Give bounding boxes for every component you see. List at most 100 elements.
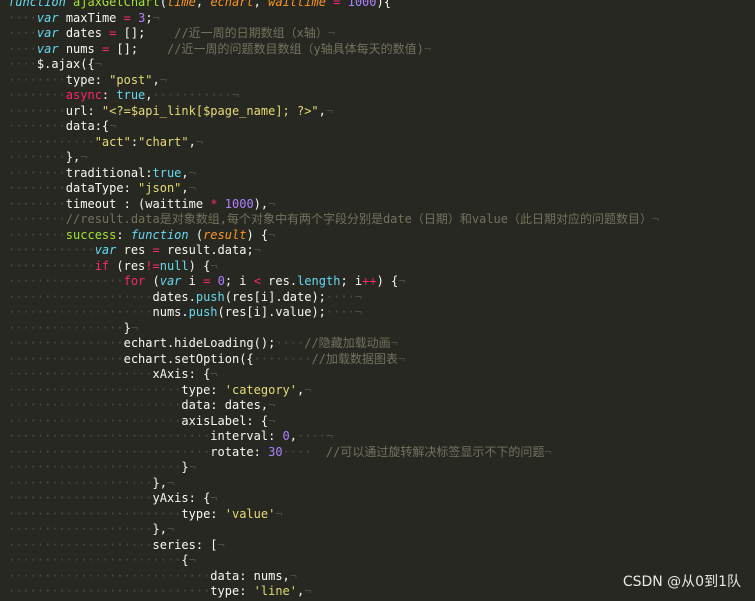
- code-token: data:{: [65, 119, 110, 133]
- code-token: //result.data是对象数组,每个对象中有两个字段分别是date（日期）…: [65, 212, 652, 226]
- code-line: ····················xAxis: {¬: [8, 367, 659, 383]
- whitespace-marker: ········: [8, 165, 66, 180]
- code-token: true: [116, 88, 146, 102]
- code-token: type:: [210, 584, 254, 598]
- whitespace-marker: ¬: [268, 398, 276, 412]
- code-token: ,: [181, 181, 189, 195]
- code-token: axisLabel: {: [181, 413, 269, 428]
- whitespace-marker: ····························: [8, 584, 211, 598]
- code-token: "act": [94, 134, 131, 149]
- whitespace-marker: ¬: [268, 413, 276, 428]
- code-token: var: [36, 10, 59, 25]
- code-token: dates.: [152, 289, 196, 304]
- code-token: function: [8, 0, 66, 9]
- whitespace-marker: ········: [8, 227, 66, 242]
- code-line: ········//result.data是对象数组,每个对象中有两个字段分别是…: [8, 212, 659, 228]
- code-token: :: [101, 88, 117, 102]
- code-token: //近一周的问题数目数组（y轴具体每天的数值): [152, 41, 424, 56]
- whitespace-marker: ····¬: [325, 289, 363, 304]
- code-token: "post": [109, 72, 153, 87]
- whitespace-marker: ····················: [8, 522, 153, 536]
- code-line: ················echart.hideLoading();···…: [8, 336, 659, 352]
- code-token: dataType:: [65, 181, 139, 195]
- code-token: 1000: [347, 0, 377, 9]
- code-line: ····························type: 'line'…: [8, 584, 659, 600]
- whitespace-marker: ¬: [304, 584, 312, 598]
- code-token: for: [123, 274, 146, 288]
- whitespace-marker: ········: [8, 88, 66, 102]
- code-token: i: [181, 274, 204, 288]
- whitespace-marker: ¬: [188, 460, 196, 474]
- code-token: }: [123, 320, 131, 335]
- whitespace-marker: ¬: [397, 351, 406, 366]
- code-token: =: [152, 243, 160, 257]
- code-token: 'line': [253, 584, 298, 598]
- code-area[interactable]: function ajaxGetChart(time, echart, wait…: [8, 0, 659, 600]
- code-line: ················echart.setOption({······…: [8, 352, 659, 368]
- whitespace-marker: ····················: [8, 367, 153, 381]
- code-token: time: [166, 0, 196, 9]
- code-line: ········dataType: "json",¬: [8, 181, 659, 197]
- code-token: 0: [282, 429, 290, 443]
- code-token: xAxis: {: [152, 367, 211, 381]
- whitespace-marker: ¬: [210, 258, 218, 273]
- code-line: ········data:{¬: [8, 119, 659, 135]
- code-line: ····················nums.push(res[i].val…: [8, 305, 659, 321]
- code-token: !=: [145, 258, 160, 273]
- code-token: 'value': [224, 506, 276, 521]
- code-token: push: [188, 305, 218, 319]
- whitespace-marker: ························: [8, 553, 182, 567]
- code-token: ) {: [188, 258, 211, 273]
- code-token: (: [188, 227, 204, 242]
- code-line: ················}¬: [8, 321, 659, 337]
- whitespace-marker: ¬: [325, 103, 334, 118]
- code-token: [];: [116, 26, 160, 40]
- code-line: ························{¬: [8, 553, 659, 569]
- code-token: "chart": [138, 134, 189, 149]
- code-token: push: [195, 289, 225, 304]
- code-token: data: nums,: [210, 568, 290, 583]
- code-line: ········url: "<?=$api_link[$page_name]; …: [8, 104, 659, 120]
- whitespace-marker: ····················: [8, 305, 153, 319]
- code-line: ····················},¬: [8, 522, 659, 538]
- code-token: success: [65, 227, 117, 242]
- whitespace-marker: ························: [8, 460, 182, 474]
- whitespace-marker: ····¬: [297, 429, 334, 443]
- whitespace-marker: ¬: [398, 274, 406, 288]
- whitespace-marker: ········: [8, 212, 66, 226]
- whitespace-marker: ········: [8, 72, 66, 87]
- code-token: }: [181, 460, 189, 474]
- code-token: =: [123, 10, 131, 25]
- code-token: null: [159, 258, 189, 273]
- code-line: ········success: function (result) {¬: [8, 228, 659, 244]
- code-token: var: [94, 243, 117, 257]
- code-line: ····························data: nums,¬: [8, 569, 659, 585]
- whitespace-marker: ····················: [8, 475, 153, 490]
- whitespace-marker: ········: [253, 351, 312, 366]
- code-line: ····················dates.push(res[i].da…: [8, 290, 659, 306]
- code-token: ,: [188, 134, 196, 149]
- code-token: var: [36, 41, 59, 56]
- code-token: //隐藏加载动画: [304, 336, 391, 350]
- whitespace-marker: ····¬: [325, 305, 363, 319]
- code-token: ),: [253, 196, 269, 211]
- code-token: //加载数据图表: [311, 351, 398, 366]
- code-editor[interactable]: function ajaxGetChart(time, echart, wait…: [0, 0, 755, 601]
- code-token: *: [210, 196, 218, 211]
- code-line: ········async: true,···········¬: [8, 88, 659, 104]
- code-line: ····················series: [¬: [8, 538, 659, 554]
- code-token: 'category': [224, 382, 297, 397]
- code-token: },: [152, 475, 167, 490]
- code-token: true: [152, 165, 182, 180]
- code-token: rotate:: [210, 444, 269, 459]
- whitespace-marker: ········: [8, 181, 66, 195]
- whitespace-marker: ····: [8, 57, 37, 71]
- code-token: var: [159, 274, 182, 288]
- code-line: ········},¬: [8, 150, 659, 166]
- whitespace-marker: ¬: [188, 181, 196, 195]
- code-line: ························type: 'category'…: [8, 383, 659, 399]
- code-line: ············"act":"chart",¬: [8, 135, 659, 151]
- whitespace-marker: ····: [8, 41, 37, 56]
- code-token: data: dates,: [181, 398, 269, 412]
